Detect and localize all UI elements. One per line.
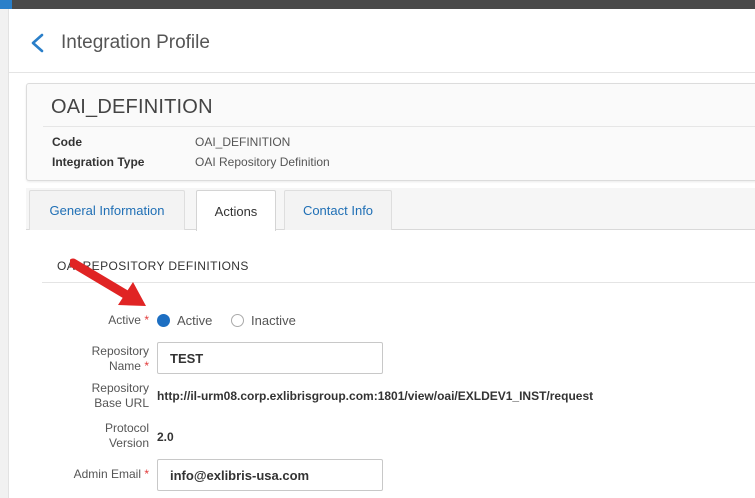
admin-email-label: Admin Email * [73, 467, 149, 481]
tabs-bar: General Information Actions Contact Info [26, 188, 755, 231]
page-header: Integration Profile [9, 9, 755, 73]
chevron-left-icon[interactable] [29, 33, 47, 53]
repository-base-url-value: http://il-urm08.corp.exlibrisgroup.com:1… [157, 389, 594, 403]
card-divider [43, 126, 755, 127]
tab-general-information[interactable]: General Information [29, 190, 185, 230]
protocol-version-label-line2: Version [108, 436, 149, 450]
tab-actions[interactable]: Actions [196, 190, 276, 231]
active-radio[interactable] [157, 314, 170, 327]
code-value: OAI_DEFINITION [195, 135, 291, 149]
page-title: Integration Profile [61, 32, 210, 53]
inactive-radio[interactable] [231, 314, 244, 327]
repository-name-label-line1: Repository [91, 344, 149, 358]
tab-contact-info[interactable]: Contact Info [284, 190, 392, 230]
repository-name-input[interactable] [157, 342, 383, 374]
profile-name: OAI_DEFINITION [51, 96, 213, 118]
repository-base-url-label-line1: Repository [91, 381, 149, 395]
red-arrow-annotation [70, 258, 146, 306]
protocol-version-label-line1: Protocol [104, 421, 149, 435]
repository-name-label-line2: Name * [108, 359, 149, 373]
inactive-radio-label[interactable]: Inactive [251, 313, 296, 328]
left-sidebar-strip [0, 9, 9, 498]
profile-summary-card: OAI_DEFINITION Code OAI_DEFINITION Integ… [26, 83, 755, 181]
top-bar [0, 0, 755, 9]
integration-type-value: OAI Repository Definition [195, 155, 330, 169]
protocol-version-value: 2.0 [157, 430, 174, 444]
integration-type-label: Integration Type [52, 155, 145, 169]
repository-base-url-label-line2: Base URL [94, 396, 149, 410]
top-bar-accent [0, 0, 12, 9]
active-label: Active * [108, 313, 149, 327]
admin-email-input[interactable] [157, 459, 383, 491]
code-label: Code [52, 135, 82, 149]
active-radio-label[interactable]: Active [177, 313, 212, 328]
